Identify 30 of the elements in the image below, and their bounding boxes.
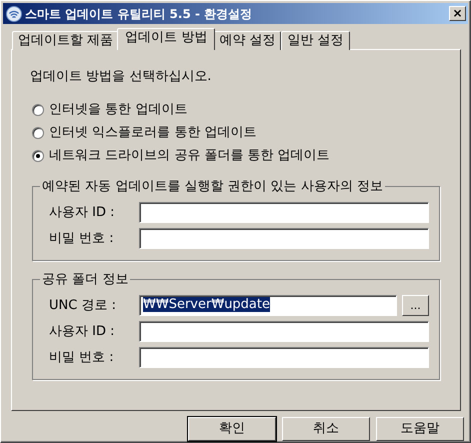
instruction-text: 업데이트 방법을 선택하십시오.: [30, 68, 212, 86]
tab[interactable]: 일반 설정: [281, 31, 350, 50]
input-field[interactable]: ₩₩Server₩update: [139, 295, 397, 316]
radio-button[interactable]: [32, 127, 44, 139]
tab[interactable]: 업데이트할 제품: [12, 31, 120, 50]
input-field[interactable]: [139, 202, 429, 223]
field-label: UNC 경로 :: [49, 296, 117, 315]
radio-button[interactable]: [32, 150, 44, 162]
radio-label: 네트워크 드라이브의 공유 폴더를 통한 업데이트: [49, 147, 330, 166]
radio-label: 인터넷을 통한 업데이트: [49, 101, 188, 120]
app-icon: [6, 6, 22, 22]
radio-button[interactable]: [32, 104, 44, 116]
input-field[interactable]: [139, 228, 429, 249]
dialog-button[interactable]: 도움말: [376, 417, 464, 441]
dialog-button[interactable]: 취소: [282, 417, 370, 441]
tab[interactable]: 업데이트 방법: [117, 28, 216, 50]
browse-button[interactable]: ...: [402, 295, 429, 316]
tab[interactable]: 예약 설정: [213, 31, 282, 50]
input-field[interactable]: [139, 321, 429, 342]
radio-label: 인터넷 익스플로러를 통한 업데이트: [49, 124, 256, 142]
window-title: 스마트 업데이트 유틸리티 5.5 - 환경설정: [25, 6, 254, 22]
field-label: 사용자 ID :: [49, 322, 116, 341]
group-title: 공유 폴더 정보: [41, 272, 130, 286]
group-title: 예약된 자동 업데이트를 실행할 권한이 있는 사용자의 정보: [41, 180, 384, 194]
field-label: 사용자 ID :: [49, 204, 116, 222]
field-label: 비밀 번호 :: [49, 230, 115, 248]
close-button[interactable]: ×: [449, 6, 466, 21]
dialog-button[interactable]: 확인: [188, 417, 276, 441]
input-field[interactable]: [139, 347, 429, 368]
field-label: 비밀 번호 :: [49, 348, 115, 367]
